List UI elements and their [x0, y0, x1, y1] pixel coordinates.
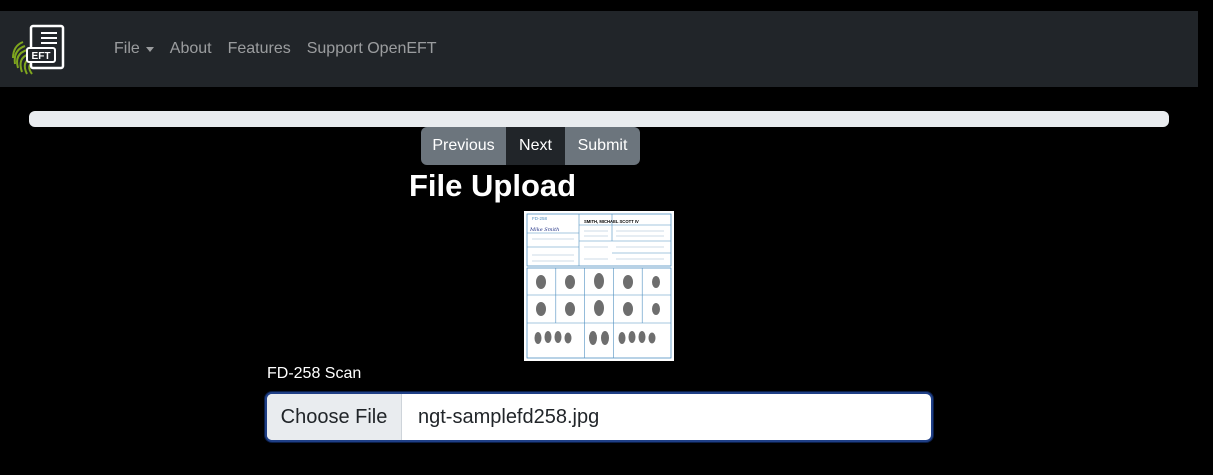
svg-text:Mike Smith: Mike Smith: [529, 227, 559, 233]
selected-file-name: ngt-samplefd258.jpg: [418, 405, 600, 428]
nav-item-about[interactable]: About: [170, 40, 212, 58]
wizard-nav-buttons: Previous Next Submit: [421, 127, 640, 165]
svg-text:FD-258: FD-258: [532, 216, 548, 221]
next-button[interactable]: Next: [506, 127, 565, 165]
submit-button[interactable]: Submit: [565, 127, 640, 165]
previous-button[interactable]: Previous: [421, 127, 506, 165]
fingerprint-document-icon: EFT: [12, 24, 65, 75]
svg-text:SMITH, MICHAEL SCOTT IV: SMITH, MICHAEL SCOTT IV: [584, 219, 639, 224]
nav-item-about-label: About: [169, 40, 212, 57]
chevron-down-icon: [145, 46, 154, 52]
fd258-scan-label: FD-258 Scan: [267, 365, 362, 382]
navbar: EFT File About Features Support OpenEFT: [0, 11, 1198, 87]
choose-file-button[interactable]: Choose File: [267, 394, 402, 440]
fingerprint-card-image: FD-258 SMITH, MICHAEL SCOTT IV Mike Smit…: [524, 211, 674, 361]
scan-preview-image: FD-258 SMITH, MICHAEL SCOTT IV Mike Smit…: [524, 211, 674, 361]
nav-links: File About Features Support OpenEFT: [114, 11, 453, 87]
svg-text:EFT: EFT: [32, 51, 51, 62]
nav-item-features[interactable]: Features: [228, 40, 291, 58]
nav-item-features-label: Features: [227, 40, 291, 57]
progress-bar: [29, 111, 1169, 127]
fd258-file-input[interactable]: Choose File ngt-samplefd258.jpg: [265, 392, 933, 442]
page-title: File Upload: [409, 168, 577, 203]
nav-item-support-label: Support OpenEFT: [306, 40, 437, 57]
nav-item-file-label: File: [114, 40, 140, 57]
openeft-logo[interactable]: EFT: [11, 24, 67, 76]
nav-item-file[interactable]: File: [114, 40, 154, 58]
nav-item-support[interactable]: Support OpenEFT: [307, 40, 437, 58]
